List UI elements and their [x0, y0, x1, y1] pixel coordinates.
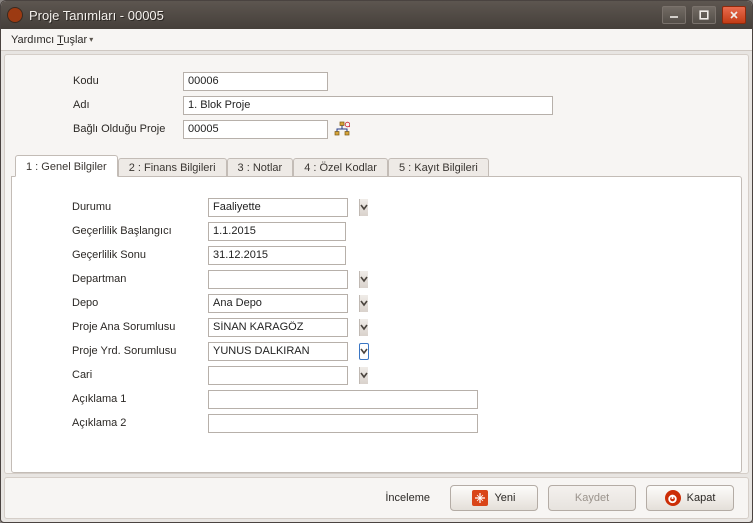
- department-label: Departman: [28, 273, 208, 285]
- new-icon: [472, 490, 488, 506]
- hierarchy-icon: [334, 121, 350, 137]
- new-button[interactable]: Yeni: [450, 485, 538, 511]
- asst-resp-label: Proje Yrd. Sorumlusu: [28, 345, 208, 357]
- status-value[interactable]: [209, 199, 359, 216]
- main-resp-label: Proje Ana Sorumlusu: [28, 321, 208, 333]
- status-label: Durumu: [28, 201, 208, 213]
- cari-label: Cari: [28, 369, 208, 381]
- note1-label: Açıklama 1: [28, 393, 208, 405]
- valid-from-input[interactable]: [208, 222, 346, 241]
- valid-to-input[interactable]: [208, 246, 346, 265]
- department-value[interactable]: [209, 271, 359, 288]
- save-button: Kaydet: [548, 485, 636, 511]
- tab-general[interactable]: 1 : Genel Bilgiler: [15, 155, 118, 177]
- tabstrip: 1 : Genel Bilgiler 2 : Finans Bilgileri …: [11, 155, 742, 177]
- note2-label: Açıklama 2: [28, 417, 208, 429]
- tab-custom-codes[interactable]: 4 : Özel Kodlar: [293, 158, 388, 177]
- depot-value[interactable]: [209, 295, 359, 312]
- department-combo[interactable]: [208, 270, 348, 289]
- status-dropdown-button[interactable]: [359, 199, 368, 216]
- close-window-button[interactable]: [722, 6, 746, 24]
- cari-combo[interactable]: [208, 366, 348, 385]
- depot-combo[interactable]: [208, 294, 348, 313]
- asst-resp-combo[interactable]: [208, 342, 348, 361]
- main-window: Proje Tanımları - 00005 Yardımcı Tuşlar …: [0, 0, 753, 523]
- minimize-button[interactable]: [662, 6, 686, 24]
- titlebar[interactable]: Proje Tanımları - 00005: [1, 1, 752, 29]
- chevron-down-icon: ▾: [89, 35, 93, 44]
- asst-resp-dropdown-button[interactable]: [359, 343, 369, 360]
- valid-to-label: Geçerlilik Sonu: [28, 249, 208, 261]
- tab-finance[interactable]: 2 : Finans Bilgileri: [118, 158, 227, 177]
- review-label[interactable]: İnceleme: [385, 492, 430, 504]
- close-button-label: Kapat: [687, 492, 716, 504]
- cari-value[interactable]: [209, 367, 359, 384]
- main-resp-value[interactable]: [209, 319, 359, 336]
- maximize-button[interactable]: [692, 6, 716, 24]
- code-input[interactable]: [183, 72, 328, 91]
- name-input[interactable]: [183, 96, 553, 115]
- asst-resp-value[interactable]: [209, 343, 359, 360]
- name-label: Adı: [23, 99, 183, 111]
- tab-page-general: Durumu Geçerlilik Başlangıcı Geçerlilik …: [11, 176, 742, 473]
- close-button[interactable]: Kapat: [646, 485, 734, 511]
- tab-notes[interactable]: 3 : Notlar: [227, 158, 294, 177]
- menu-helpers[interactable]: Yardımcı Tuşlar ▾: [5, 32, 99, 48]
- valid-from-label: Geçerlilik Başlangıcı: [28, 225, 208, 237]
- note2-input[interactable]: [208, 414, 478, 433]
- menu-helpers-label: Yardımcı Tuşlar: [11, 34, 87, 46]
- tabs: 1 : Genel Bilgiler 2 : Finans Bilgileri …: [11, 155, 742, 473]
- depot-dropdown-button[interactable]: [359, 295, 368, 312]
- power-icon: [665, 490, 681, 506]
- window-title: Proje Tanımları - 00005: [29, 8, 656, 23]
- parent-project-lookup-button[interactable]: [332, 120, 352, 139]
- save-button-label: Kaydet: [575, 492, 609, 504]
- footer-bar: İnceleme Yeni Kaydet Kapat: [4, 477, 749, 519]
- menubar: Yardımcı Tuşlar ▾: [1, 29, 752, 51]
- new-button-label: Yeni: [494, 492, 515, 504]
- code-label: Kodu: [23, 75, 183, 87]
- parent-project-label: Bağlı Olduğu Proje: [23, 123, 183, 135]
- header-form: Kodu Adı Bağlı Olduğu Proje: [5, 55, 748, 149]
- status-combo[interactable]: [208, 198, 348, 217]
- form-body: Kodu Adı Bağlı Olduğu Proje: [4, 54, 749, 474]
- app-icon: [7, 7, 23, 23]
- main-resp-dropdown-button[interactable]: [359, 319, 368, 336]
- note1-input[interactable]: [208, 390, 478, 409]
- tab-record-info[interactable]: 5 : Kayıt Bilgileri: [388, 158, 489, 177]
- main-resp-combo[interactable]: [208, 318, 348, 337]
- department-dropdown-button[interactable]: [359, 271, 368, 288]
- parent-project-input[interactable]: [183, 120, 328, 139]
- depot-label: Depo: [28, 297, 208, 309]
- cari-dropdown-button[interactable]: [359, 367, 368, 384]
